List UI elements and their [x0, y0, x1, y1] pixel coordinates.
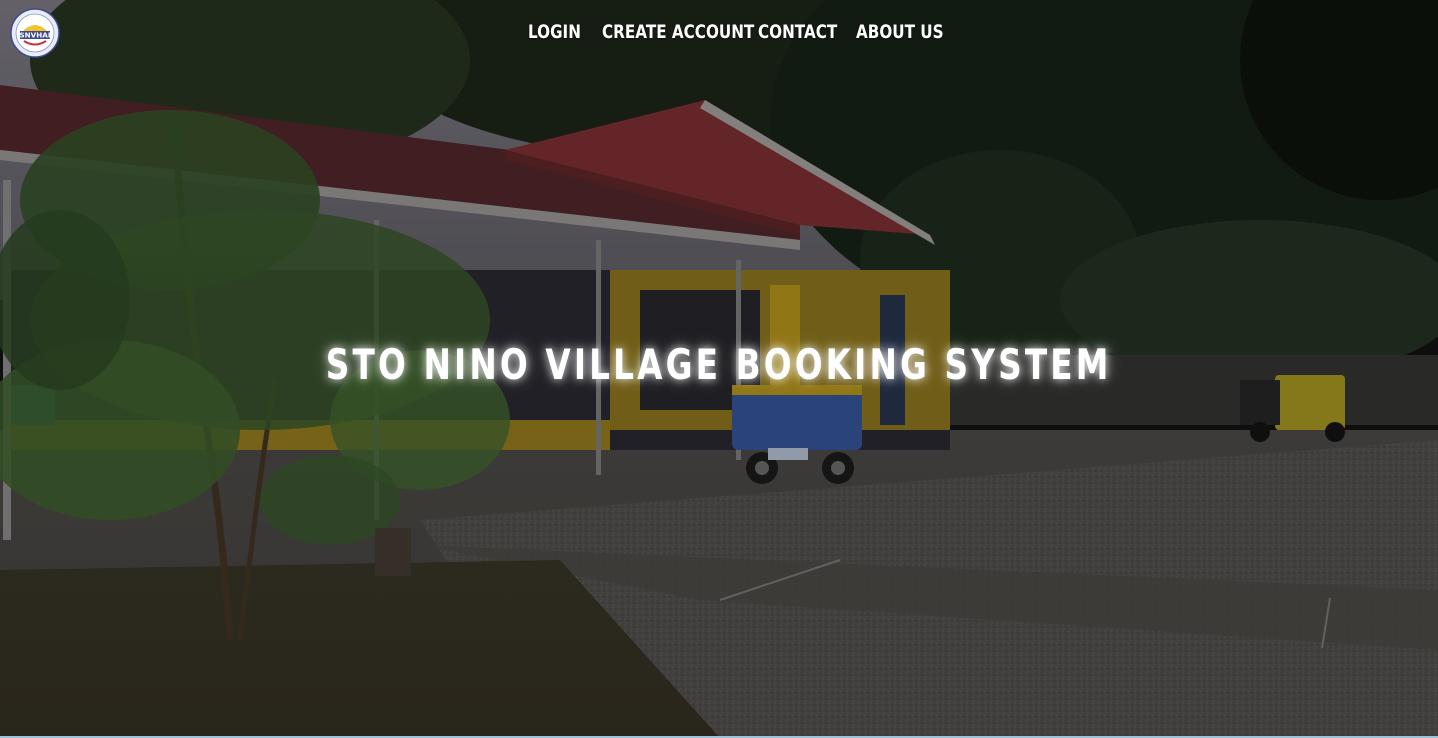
nav-create-account[interactable]: CREATE ACCOUNT — [602, 18, 754, 46]
snvhai-logo[interactable]: SNVHAI — [10, 8, 60, 58]
nav-login[interactable]: LOGIN — [528, 18, 581, 46]
nav-contact[interactable]: CONTACT — [758, 18, 837, 46]
logo-text: SNVHAI — [19, 31, 50, 40]
main-nav: LOGIN CREATE ACCOUNT CONTACT ABOUT US — [520, 18, 944, 46]
page-title-text: STO NINO VILLAGE BOOKING SYSTEM — [326, 340, 1112, 389]
hero-section: SNVHAI LOGIN CREATE ACCOUNT CONTACT ABOU… — [0, 0, 1438, 738]
nav-about-us[interactable]: ABOUT US — [856, 18, 944, 46]
page-title: STO NINO VILLAGE BOOKING SYSTEM — [0, 340, 1438, 390]
